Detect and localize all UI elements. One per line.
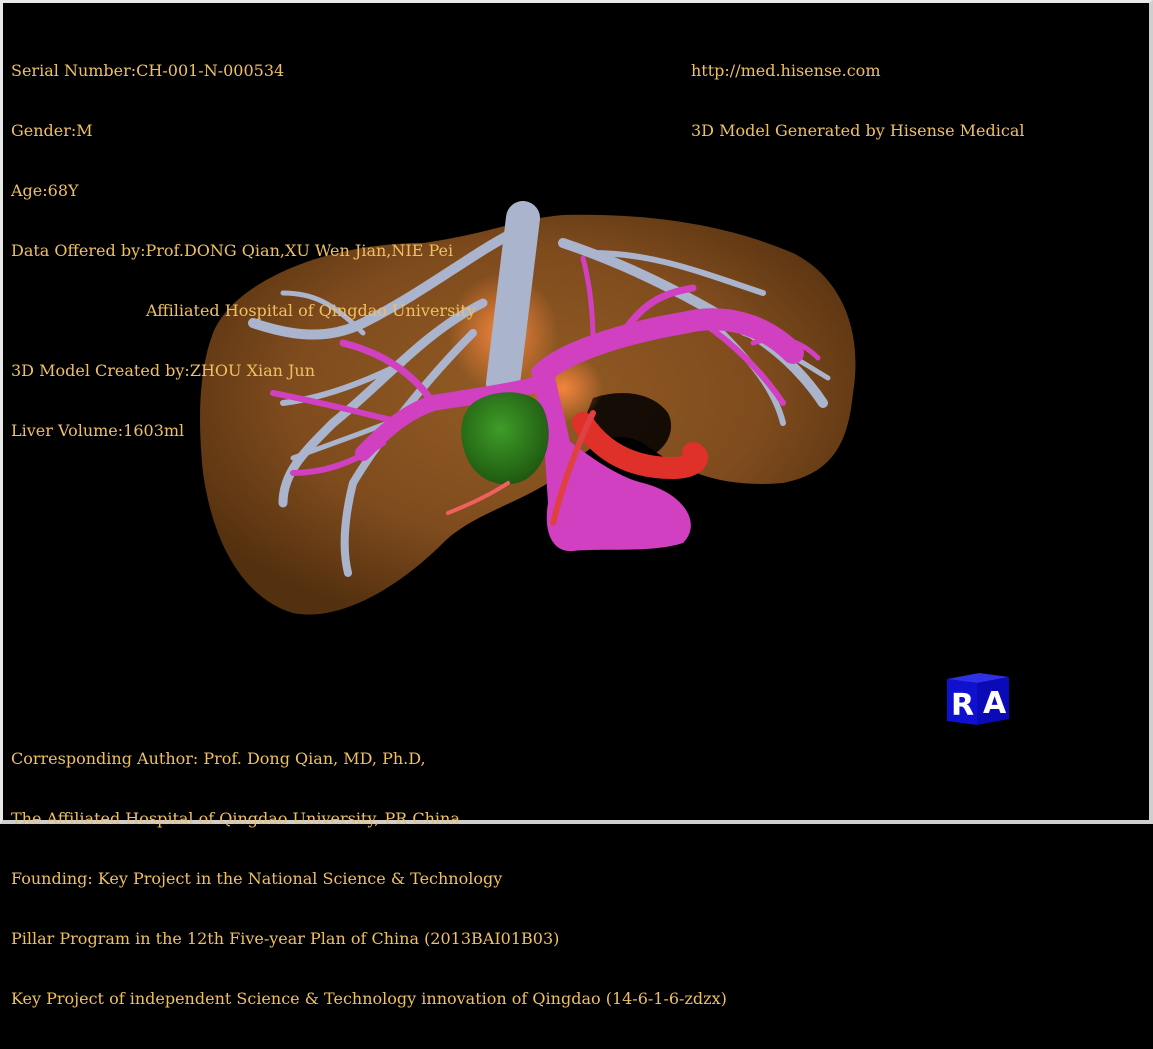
orientation-cube[interactable]: R A xyxy=(943,671,1013,727)
affiliation: Affiliated Hospital of Qingdao Universit… xyxy=(146,301,476,320)
credits-line-3: Founding: Key Project in the National Sc… xyxy=(11,869,503,888)
serial-number: Serial Number:CH-001-N-000534 xyxy=(11,61,285,80)
liver-volume: Liver Volume:1603ml xyxy=(11,421,185,440)
credits-line-5: Key Project of independent Science & Tec… xyxy=(11,989,727,1008)
3d-viewport[interactable]: Serial Number:CH-001-N-000534 Gender:M A… xyxy=(0,0,1153,1008)
generated-by: 3D Model Generated by Hisense Medical xyxy=(691,121,1025,140)
credits-line-1: Corresponding Author: Prof. Dong Qian, M… xyxy=(11,749,426,768)
vendor-url: http://med.hisense.com xyxy=(691,61,881,80)
model-created-by: 3D Model Created by:ZHOU Xian Jun xyxy=(11,361,316,380)
cube-label-a: A xyxy=(983,686,1007,721)
vendor-info-panel: http://med.hisense.com 3D Model Generate… xyxy=(691,21,1024,181)
gender: Gender:M xyxy=(11,121,93,140)
credits-panel: Corresponding Author: Prof. Dong Qian, M… xyxy=(11,709,727,1049)
age: Age:68Y xyxy=(11,181,79,200)
cube-label-r: R xyxy=(951,688,974,723)
data-offered-by: Data Offered by:Prof.DONG Qian,XU Wen Ji… xyxy=(11,241,454,260)
patient-info-panel: Serial Number:CH-001-N-000534 Gender:M A… xyxy=(11,21,476,481)
credits-line-4: Pillar Program in the 12th Five-year Pla… xyxy=(11,929,560,948)
credits-line-2: The Affiliated Hospital of Qingdao Unive… xyxy=(11,809,460,828)
